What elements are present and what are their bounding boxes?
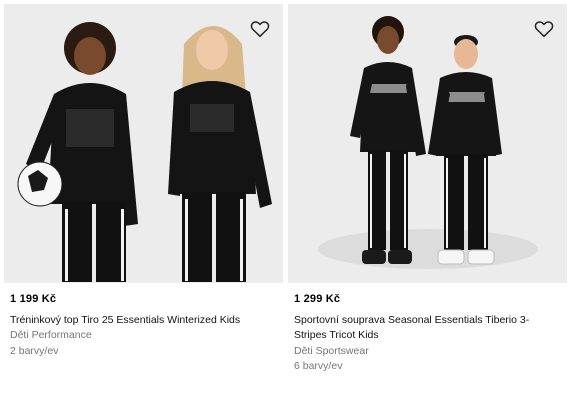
product-color-count: 2 barvy/ev xyxy=(10,345,59,357)
product-category: Děti Performance xyxy=(10,329,92,341)
product-card-2[interactable]: 1 299 Kč Sportovní souprava Seasonal Ess… xyxy=(288,0,571,400)
product-category: Děti Sportswear xyxy=(294,345,369,357)
product-price: 1 299 Kč xyxy=(294,293,341,305)
product-photo-kids-training-top xyxy=(4,4,283,283)
product-price: 1 199 Kč xyxy=(10,293,57,305)
heart-outline-icon[interactable] xyxy=(533,18,555,40)
product-card-1[interactable]: 1 199 Kč Tréninkový top Tiro 25 Essentia… xyxy=(0,0,283,400)
heart-outline-icon[interactable] xyxy=(249,18,271,40)
product-name-link[interactable]: Tréninkový top Tiro 25 Essentials Winter… xyxy=(10,313,272,328)
product-photo-kids-tracksuit xyxy=(288,4,567,283)
product-color-count: 6 barvy/ev xyxy=(294,360,343,372)
product-image-1[interactable] xyxy=(4,4,283,283)
product-image-2[interactable] xyxy=(288,4,567,283)
product-name-link[interactable]: Sportovní souprava Seasonal Essentials T… xyxy=(294,313,556,343)
